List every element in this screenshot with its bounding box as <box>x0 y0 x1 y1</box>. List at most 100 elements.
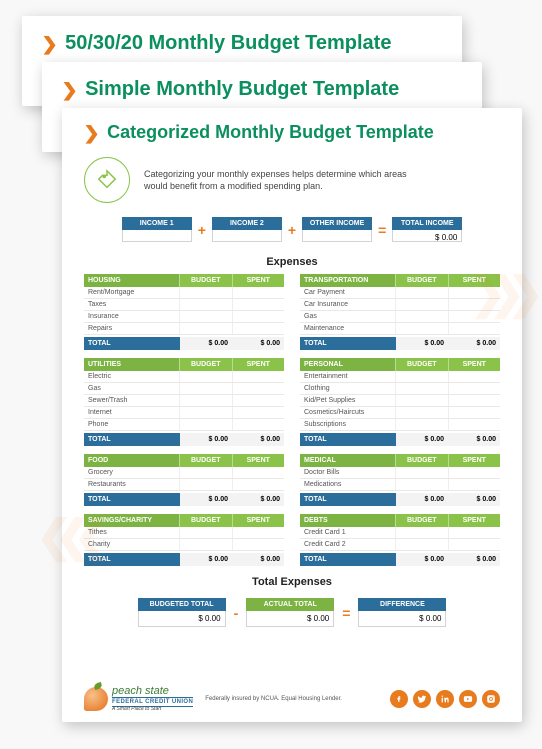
row-spent[interactable] <box>232 539 285 550</box>
row-label: Internet <box>84 407 179 418</box>
row-spent[interactable] <box>448 527 501 538</box>
totals-label: DIFFERENCE <box>358 598 446 611</box>
row-budget[interactable] <box>179 467 232 478</box>
row-budget[interactable] <box>179 527 232 538</box>
row-spent[interactable] <box>448 299 501 310</box>
income-value[interactable] <box>212 230 282 242</box>
row-spent[interactable] <box>448 287 501 298</box>
row-spent[interactable] <box>448 467 501 478</box>
row-budget[interactable] <box>179 419 232 430</box>
row-label: Kid/Pet Supplies <box>300 395 395 406</box>
row-budget[interactable] <box>395 287 448 298</box>
row-spent[interactable] <box>448 395 501 406</box>
total-spent: $ 0.00 <box>448 433 500 446</box>
table-row: Tithes <box>84 527 284 539</box>
row-spent[interactable] <box>232 323 285 334</box>
income-value[interactable] <box>302 230 372 242</box>
income-value[interactable]: $ 0.00 <box>392 230 462 242</box>
row-budget[interactable] <box>179 287 232 298</box>
table-col-header: BUDGET <box>395 454 448 467</box>
row-spent[interactable] <box>232 479 285 490</box>
table-total-row: TOTAL$ 0.00$ 0.00 <box>300 433 500 446</box>
row-budget[interactable] <box>395 419 448 430</box>
row-label: Maintenance <box>300 323 395 334</box>
row-spent[interactable] <box>232 287 285 298</box>
row-spent[interactable] <box>232 371 285 382</box>
template-stack: ❯ 50/30/20 Monthly Budget Template ❯ Sim… <box>0 0 542 749</box>
chevron-bullet-icon: ❯ <box>83 124 100 142</box>
row-budget[interactable] <box>395 371 448 382</box>
table-row: Car Payment <box>300 287 500 299</box>
row-spent[interactable] <box>232 311 285 322</box>
row-budget[interactable] <box>395 323 448 334</box>
row-spent[interactable] <box>448 383 501 394</box>
row-budget[interactable] <box>395 299 448 310</box>
row-budget[interactable] <box>395 527 448 538</box>
row-label: Medications <box>300 479 395 490</box>
row-budget[interactable] <box>179 323 232 334</box>
row-budget[interactable] <box>395 539 448 550</box>
tables-row: SAVINGS/CHARITYBUDGETSPENTTithesCharityT… <box>84 514 500 566</box>
row-budget[interactable] <box>395 383 448 394</box>
row-label: Insurance <box>84 311 179 322</box>
table-row: Electric <box>84 371 284 383</box>
row-spent[interactable] <box>448 419 501 430</box>
table-col-header: SPENT <box>232 454 285 467</box>
table-category-header: SAVINGS/CHARITY <box>84 514 179 527</box>
income-box: INCOME 1 <box>122 217 192 242</box>
row-spent[interactable] <box>448 311 501 322</box>
row-budget[interactable] <box>179 395 232 406</box>
row-budget[interactable] <box>395 479 448 490</box>
table-col-header: SPENT <box>448 454 501 467</box>
page-title: Categorized Monthly Budget Template <box>107 122 434 143</box>
row-budget[interactable] <box>179 299 232 310</box>
table-row: Charity <box>84 539 284 551</box>
tables-row: HOUSINGBUDGETSPENTRent/MortgageTaxesInsu… <box>84 274 500 350</box>
row-budget[interactable] <box>179 371 232 382</box>
row-label: Charity <box>84 539 179 550</box>
row-budget[interactable] <box>395 395 448 406</box>
peach-icon <box>84 687 108 711</box>
row-spent[interactable] <box>232 419 285 430</box>
row-budget[interactable] <box>179 383 232 394</box>
twitter-icon[interactable] <box>413 690 431 708</box>
table-row: Entertainment <box>300 371 500 383</box>
row-spent[interactable] <box>232 383 285 394</box>
totals-label: BUDGETED TOTAL <box>138 598 226 611</box>
instagram-icon[interactable] <box>482 690 500 708</box>
operator-icon: - <box>234 605 239 621</box>
row-label: Phone <box>84 419 179 430</box>
row-spent[interactable] <box>232 467 285 478</box>
row-budget[interactable] <box>179 539 232 550</box>
expense-tables: HOUSINGBUDGETSPENTRent/MortgageTaxesInsu… <box>84 274 500 574</box>
income-label: INCOME 2 <box>212 217 282 230</box>
table-total-row: TOTAL$ 0.00$ 0.00 <box>84 337 284 350</box>
row-spent[interactable] <box>448 407 501 418</box>
income-value[interactable] <box>122 230 192 242</box>
chevron-bullet-icon: ❯ <box>41 35 58 53</box>
row-spent[interactable] <box>232 527 285 538</box>
total-spent: $ 0.00 <box>232 553 284 566</box>
row-budget[interactable] <box>179 407 232 418</box>
row-spent[interactable] <box>232 395 285 406</box>
row-budget[interactable] <box>395 467 448 478</box>
row-spent[interactable] <box>448 479 501 490</box>
row-spent[interactable] <box>232 407 285 418</box>
row-budget[interactable] <box>395 407 448 418</box>
linkedin-icon[interactable] <box>436 690 454 708</box>
youtube-icon[interactable] <box>459 690 477 708</box>
table-total-row: TOTAL$ 0.00$ 0.00 <box>84 553 284 566</box>
chevron-bullet-icon: ❯ <box>61 81 78 99</box>
row-spent[interactable] <box>448 371 501 382</box>
row-spent[interactable] <box>448 539 501 550</box>
row-budget[interactable] <box>179 311 232 322</box>
table-col-header: BUDGET <box>395 358 448 371</box>
table-row: Credit Card 2 <box>300 539 500 551</box>
row-spent[interactable] <box>448 323 501 334</box>
facebook-icon[interactable] <box>390 690 408 708</box>
table-category-header: HOUSING <box>84 274 179 287</box>
row-budget[interactable] <box>179 479 232 490</box>
row-budget[interactable] <box>395 311 448 322</box>
row-spent[interactable] <box>232 299 285 310</box>
row-label: Sewer/Trash <box>84 395 179 406</box>
